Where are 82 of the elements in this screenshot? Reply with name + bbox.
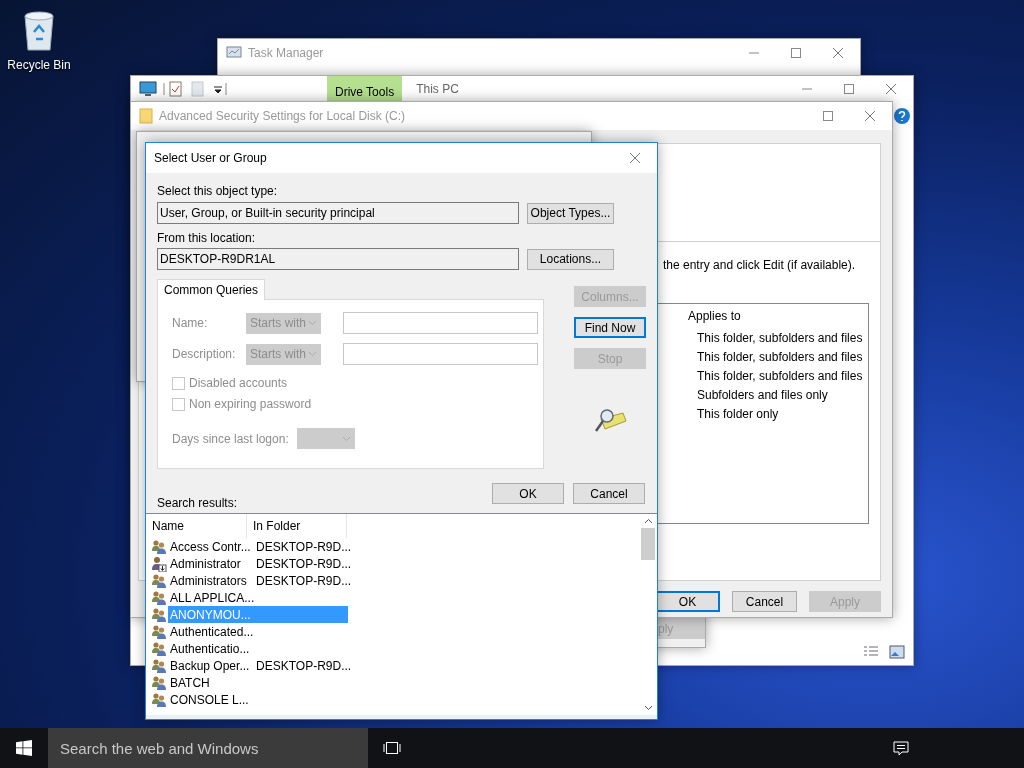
group-icon [151,589,167,606]
locations-button[interactable]: Locations... [527,248,614,270]
table-cell: This folder, subfolders and files [697,330,863,345]
instruction-text: the entry and click Edit (if available). [663,258,857,272]
monitor-chart-icon [226,46,242,60]
object-types-button[interactable]: Object Types... [527,202,614,224]
result-row[interactable]: BATCH [168,674,348,691]
notification-icon[interactable] [893,740,909,756]
result-row[interactable]: Authenticated... [168,623,348,640]
desktop-icon-label[interactable]: Recycle Bin [7,58,71,72]
user-icon [151,555,167,572]
table-cell: This folder, subfolders and files [697,349,863,364]
details-view-icon[interactable] [863,645,879,659]
table-cell: This folder only [697,406,779,421]
table-cell-text: Administrators [169,573,248,588]
folder-icon [139,108,153,124]
close-icon[interactable] [832,47,844,59]
group-icon [151,657,167,674]
close-icon[interactable] [885,83,897,95]
tab[interactable]: Common Queries [157,279,266,300]
ribbon-tab[interactable]: Drive Tools [327,76,403,102]
object-type-field[interactable]: User, Group, or Built-in security principal [157,202,519,224]
table-cell-text: Authenticatio... [169,641,251,656]
properties-icon[interactable] [163,81,185,97]
dialog-button[interactable]: Cancel [573,483,645,504]
result-row[interactable]: Authenticatio... [168,640,348,657]
dialog-button[interactable]: Find Now [574,317,646,338]
help-icon[interactable] [894,108,910,124]
window-title: Select User or Group [154,151,268,165]
table-cell: Subfolders and files only [697,387,828,402]
field-label: Days since last logon: [172,431,289,446]
group-icon [151,572,167,589]
search-field[interactable]: Search the web and Windows [48,728,368,768]
maximize-icon[interactable] [790,47,802,59]
maximize-icon[interactable] [822,110,834,122]
window-title: Advanced Security Settings for Local Disk (C:) [159,109,407,123]
result-row[interactable]: Backup Oper... DESKTOP-R9D... [168,657,348,674]
close-icon[interactable] [629,152,641,164]
field-label: Description: [172,347,237,361]
section-label: Search results: [157,496,238,510]
window-title: Task Manager [248,46,325,60]
location-field[interactable]: DESKTOP-R9DR1AL [157,248,519,270]
dialog-button[interactable]: OK [492,483,564,504]
task-view-icon[interactable] [383,741,401,755]
group-icon [151,640,167,657]
column-header[interactable]: In Folder [247,514,347,538]
result-row[interactable]: CONSOLE L... [168,691,348,708]
dialog-button[interactable]: Cancel [732,591,797,612]
table-cell-text: Backup Oper... [169,658,251,673]
dropdown-arrow-icon[interactable] [211,81,227,97]
table-cell-text: ANONYMOU... [169,607,252,622]
result-row[interactable]: Access Contr... DESKTOP-R9D... [168,538,348,555]
dialog-button[interactable]: OK [655,591,720,612]
scroll-down-icon[interactable] [643,705,653,711]
field-label: Select this object type: [157,184,279,198]
scrollbar-thumb[interactable] [641,528,655,560]
field-label: Name: [172,316,209,330]
column-header[interactable]: Name [146,514,247,538]
group-icon [151,538,167,555]
table-cell: This folder, subfolders and files [697,368,863,383]
group-icon [151,623,167,640]
table-cell-text: BATCH [169,675,211,690]
large-icons-view-icon[interactable] [889,645,905,659]
table-cell-text: Administrator [169,556,242,571]
table-cell-text: Access Contr... [169,539,252,554]
scroll-up-icon[interactable] [643,518,653,524]
table-cell-text: ALL APPLICA... [169,590,252,605]
group-icon [151,674,167,691]
result-row[interactable]: ALL APPLICA... [168,589,348,606]
result-row[interactable]: Administrators DESKTOP-R9D... [168,572,348,589]
result-row[interactable]: Administrator DESKTOP-R9D... [168,555,348,572]
windows-logo-icon[interactable] [16,740,32,756]
maximize-icon[interactable] [843,83,855,95]
table-cell-text: Authenticated... [169,624,252,639]
computer-icon[interactable] [139,81,157,97]
group-icon [151,691,167,708]
field-label: From this location: [157,231,257,245]
close-icon[interactable] [864,110,876,122]
column-header[interactable]: Applies to [682,304,832,328]
group-icon [151,606,167,623]
window-title: This PC [416,82,460,96]
table-cell-text: CONSOLE L... [169,692,250,707]
